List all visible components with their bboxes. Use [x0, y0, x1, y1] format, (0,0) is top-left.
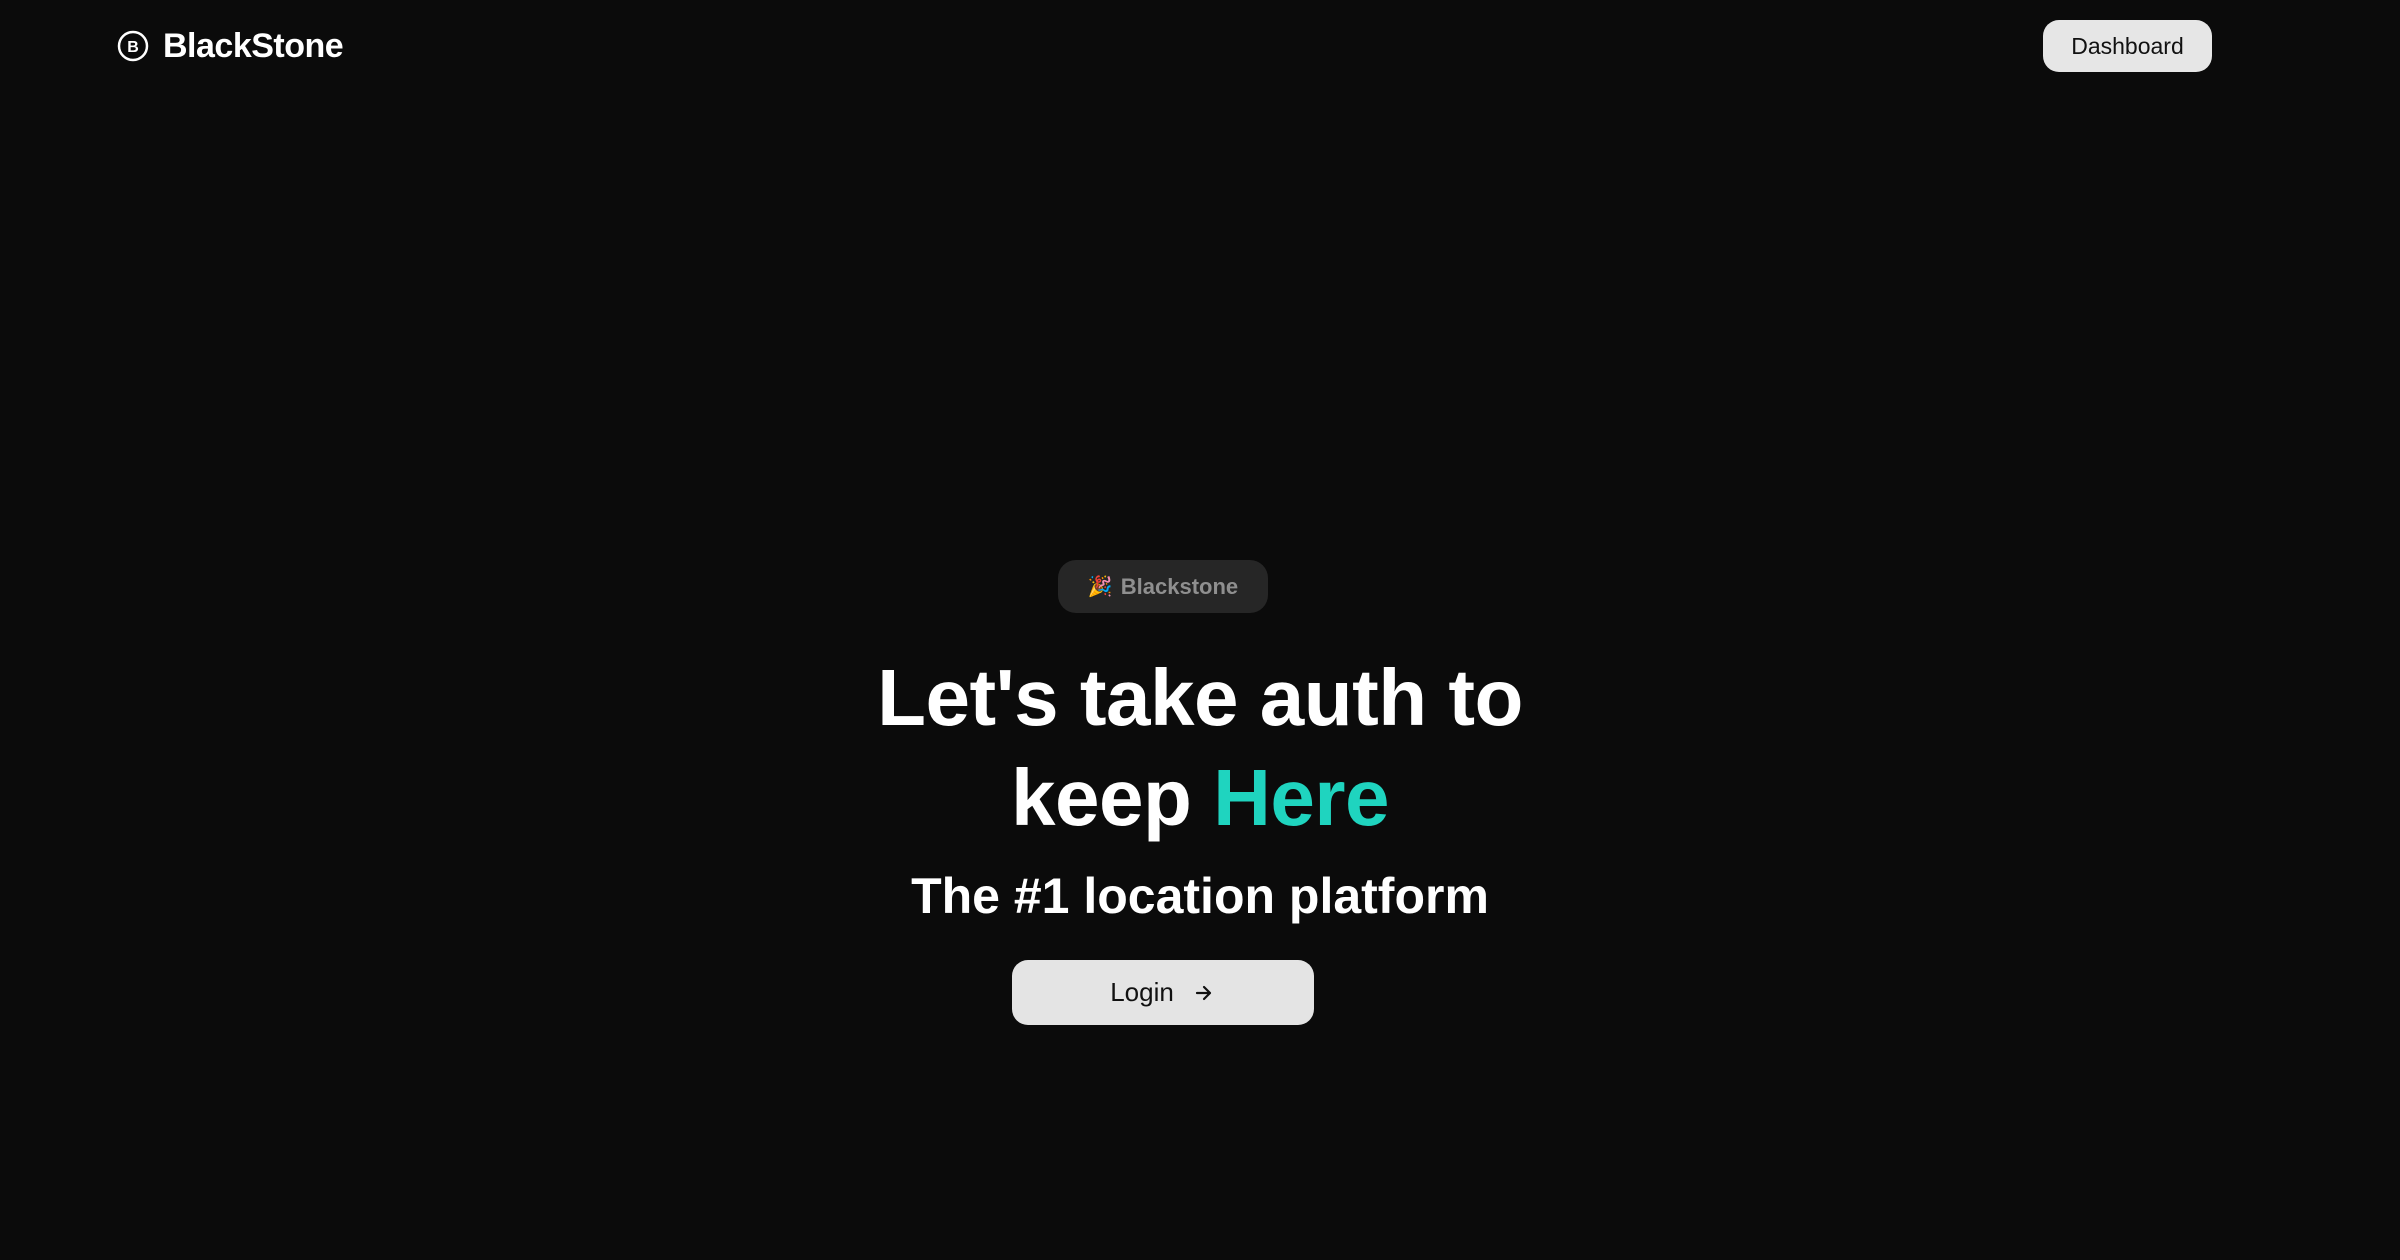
hero-subheadline: The #1 location platform: [911, 868, 1489, 924]
headline-accent: Here: [1213, 753, 1389, 842]
login-button[interactable]: Login: [1012, 960, 1314, 1025]
badge-label: Blackstone: [1120, 573, 1239, 599]
headline-line-1: Let's take auth to: [877, 653, 1523, 742]
party-popper-icon: 🎉: [1087, 575, 1113, 598]
arrow-right-icon: [1195, 985, 1211, 1000]
hero-headline: Let's take auth to keep Here: [700, 648, 1700, 848]
announcement-badge[interactable]: 🎉 Blackstone: [1058, 560, 1268, 613]
headline-line-2-prefix: keep: [1011, 753, 1214, 842]
landing-page: B BlackStone Dashboard 🎉 Blackstone Let'…: [0, 0, 2400, 1260]
hero-section: 🎉 Blackstone Let's take auth to keep Her…: [0, 0, 2400, 1260]
login-label: Login: [1110, 977, 1174, 1007]
